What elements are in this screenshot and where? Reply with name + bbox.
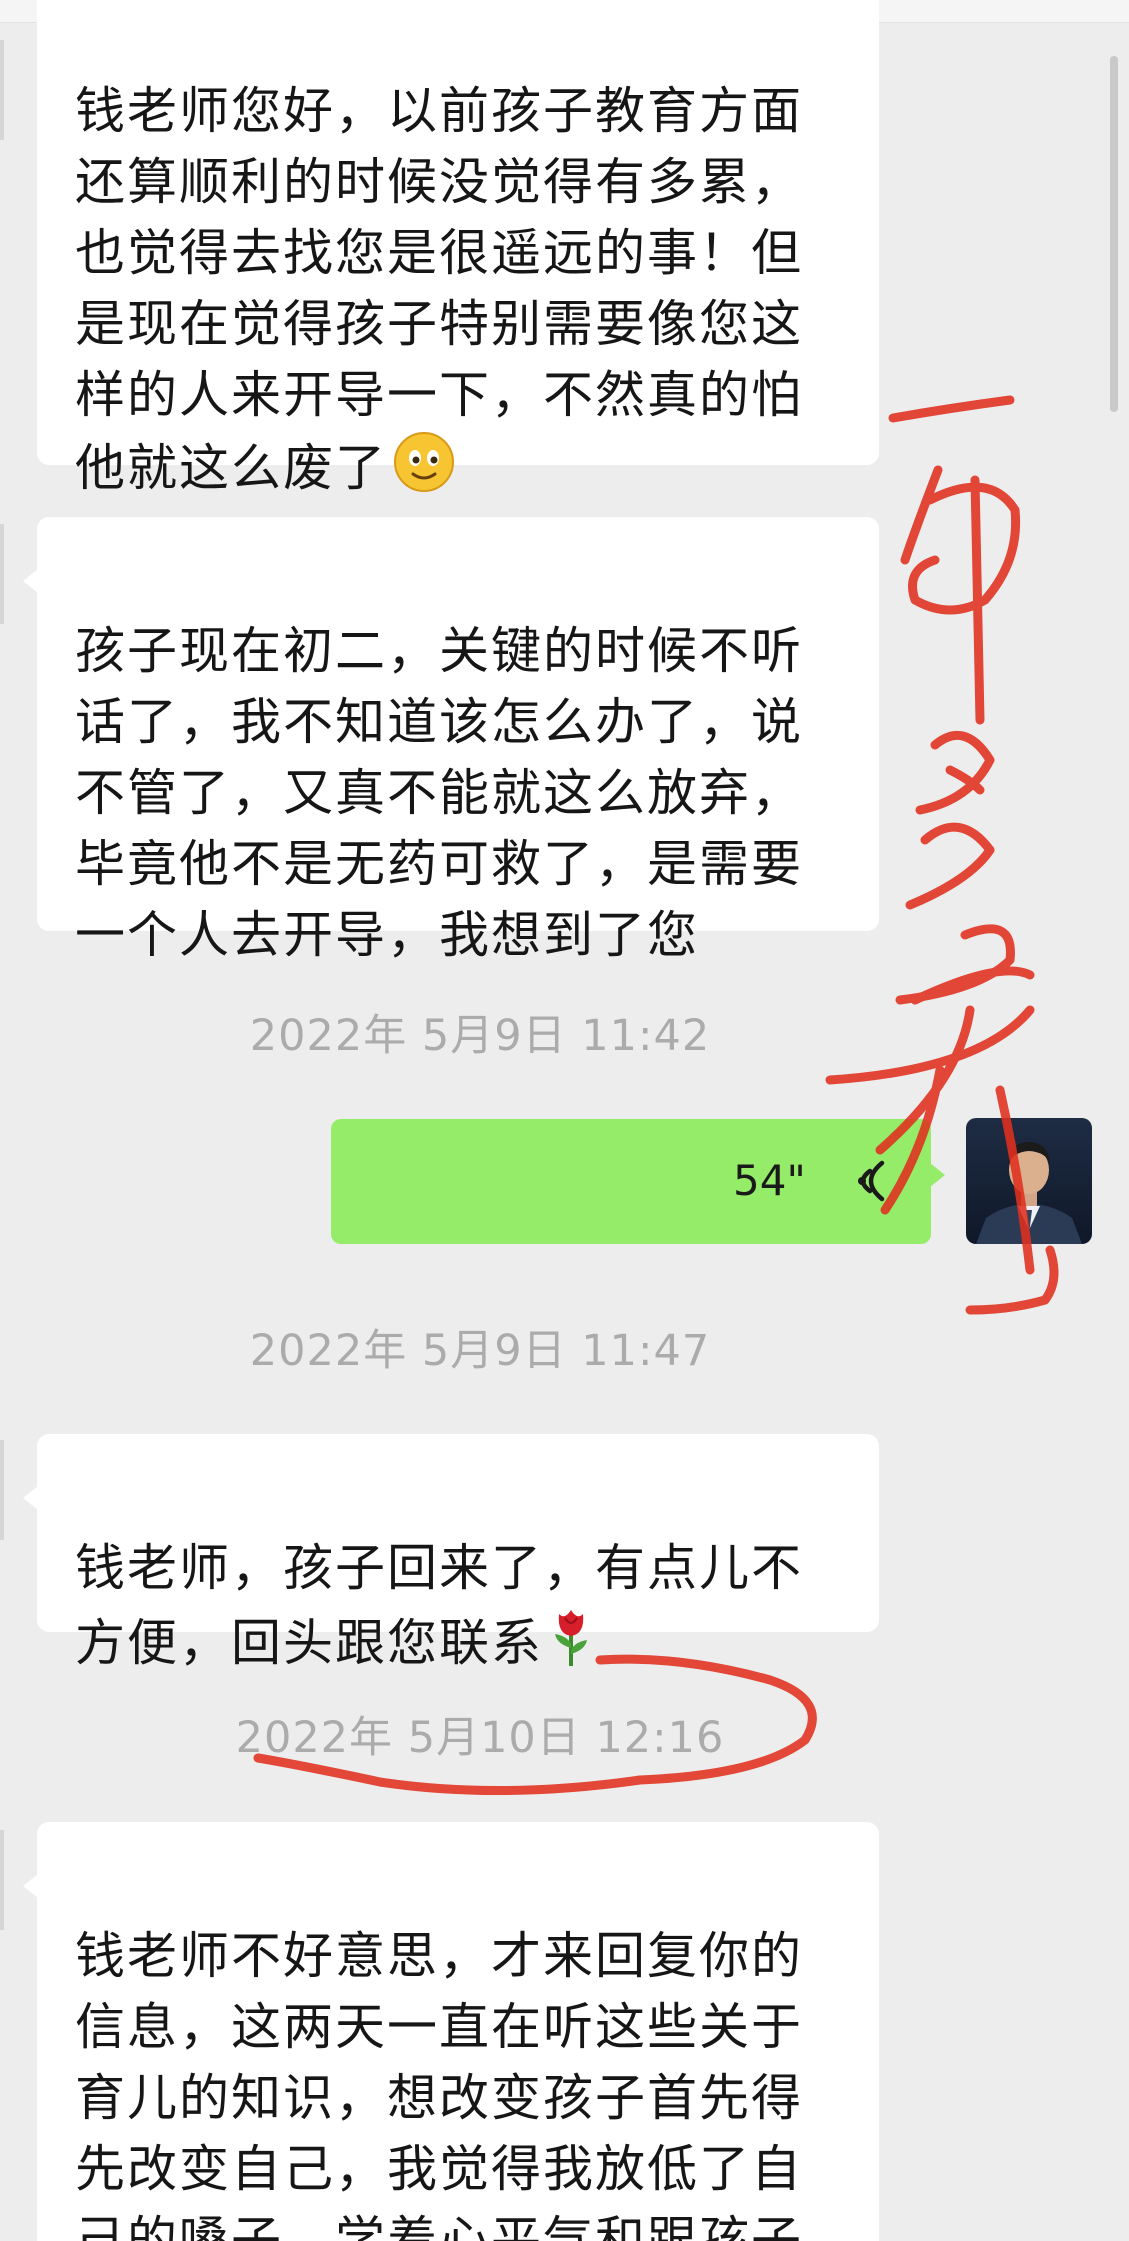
timestamp: 2022年 5月9日 11:47	[249, 1326, 711, 1376]
smiley-face-icon	[393, 431, 455, 512]
message-bubble-incoming[interactable]: 钱老师，孩子回来了，有点儿不 方便，回头跟您联系	[23, 1434, 879, 1672]
message-bubble-incoming[interactable]: 钱老师不好意思，才来回复你的 信息，这两天一直在听这些关于 育儿的知识，想改变孩…	[23, 1822, 879, 2241]
message-bubble-incoming[interactable]: 钱老师您好，以前孩子教育方面 还算顺利的时候没觉得有多累， 也觉得去找您是很遥远…	[37, 0, 879, 497]
timestamp: 2022年 5月10日 12:16	[235, 1713, 725, 1763]
message-bubble-incoming[interactable]: 孩子现在初二，关键的时候不听 话了，我不知道该怎么办了，说 不管了，又真不能就这…	[23, 517, 879, 964]
left-edge-marker	[0, 524, 4, 624]
rose-icon	[549, 1604, 593, 1687]
message-text: 钱老师不好意思，才来回复你的 信息，这两天一直在听这些关于 育儿的知识，想改变孩…	[75, 1927, 803, 2241]
left-edge-marker	[0, 1440, 4, 1540]
voice-message-bubble[interactable]: 54"	[331, 1119, 945, 1244]
voice-wave-icon	[836, 1149, 894, 1213]
voice-duration: 54"	[733, 1156, 806, 1205]
avatar[interactable]	[966, 1118, 1092, 1244]
timestamp: 2022年 5月9日 11:42	[249, 1011, 711, 1061]
chat-view[interactable]: 钱老师您好，以前孩子教育方面 还算顺利的时候没觉得有多累， 也觉得去找您是很遥远…	[0, 0, 1129, 2241]
message-text: 孩子现在初二，关键的时候不听 话了，我不知道该怎么办了，说 不管了，又真不能就这…	[75, 622, 803, 964]
left-edge-marker	[0, 40, 4, 140]
scrollbar[interactable]	[1110, 56, 1118, 412]
left-edge-marker	[0, 1830, 4, 1930]
message-text: 钱老师，孩子回来了，有点儿不 方便，回头跟您联系	[75, 1539, 803, 1672]
